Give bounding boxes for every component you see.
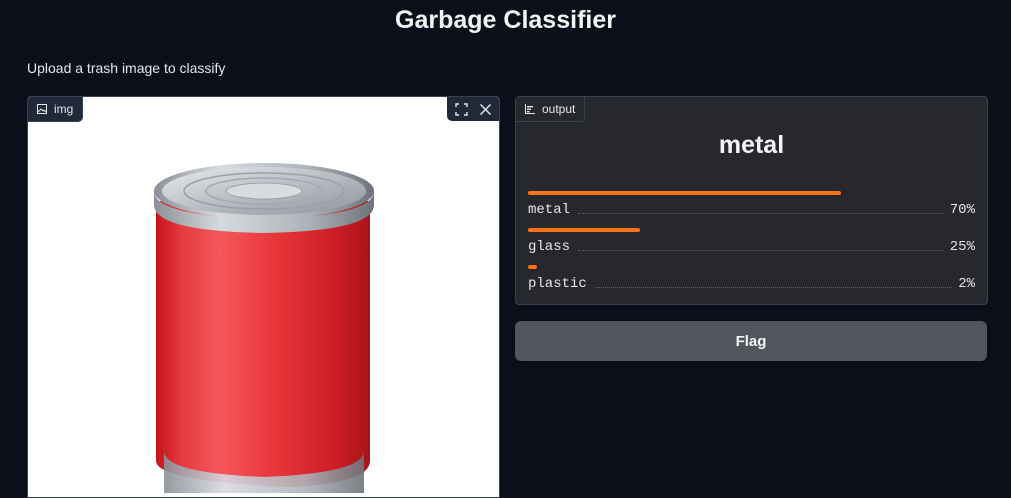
fullscreen-button[interactable] — [450, 98, 472, 120]
confidence-bar — [528, 228, 640, 232]
leader-dots — [578, 212, 944, 214]
leader-dots — [594, 286, 953, 288]
confidence-value: 70% — [949, 202, 975, 218]
predicted-label: metal — [718, 131, 785, 159]
leader-dots — [578, 249, 944, 251]
output-label: output — [516, 97, 586, 122]
output-panel: output metal metal 70% glass 25% plastic… — [515, 96, 988, 305]
confidence-label: metal — [528, 202, 571, 218]
close-icon — [479, 103, 491, 115]
image-input-label: img — [28, 97, 84, 122]
confidence-row[interactable]: plastic 2% — [528, 265, 975, 295]
chart-icon — [525, 104, 535, 114]
image-input-panel[interactable]: img — [27, 96, 500, 498]
image-input-label-text: img — [54, 102, 74, 116]
flag-button[interactable]: Flag — [515, 321, 987, 361]
confidence-bar — [528, 265, 537, 269]
clear-image-button[interactable] — [474, 98, 496, 120]
confidence-value: 25% — [949, 239, 975, 255]
fullscreen-icon — [454, 102, 468, 116]
confidence-label: glass — [528, 239, 571, 255]
output-label-text: output — [542, 102, 576, 116]
confidence-row[interactable]: glass 25% — [528, 228, 975, 258]
app-description: Upload a trash image to classify — [27, 60, 226, 76]
confidence-row[interactable]: metal 70% — [528, 191, 975, 221]
image-toolbar — [447, 97, 499, 121]
image-icon — [37, 104, 47, 114]
confidence-label: plastic — [528, 276, 587, 292]
confidence-bar — [528, 191, 841, 195]
uploaded-image — [28, 121, 499, 497]
app-title: Garbage Classifier — [395, 6, 616, 34]
confidence-value: 2% — [958, 276, 975, 292]
